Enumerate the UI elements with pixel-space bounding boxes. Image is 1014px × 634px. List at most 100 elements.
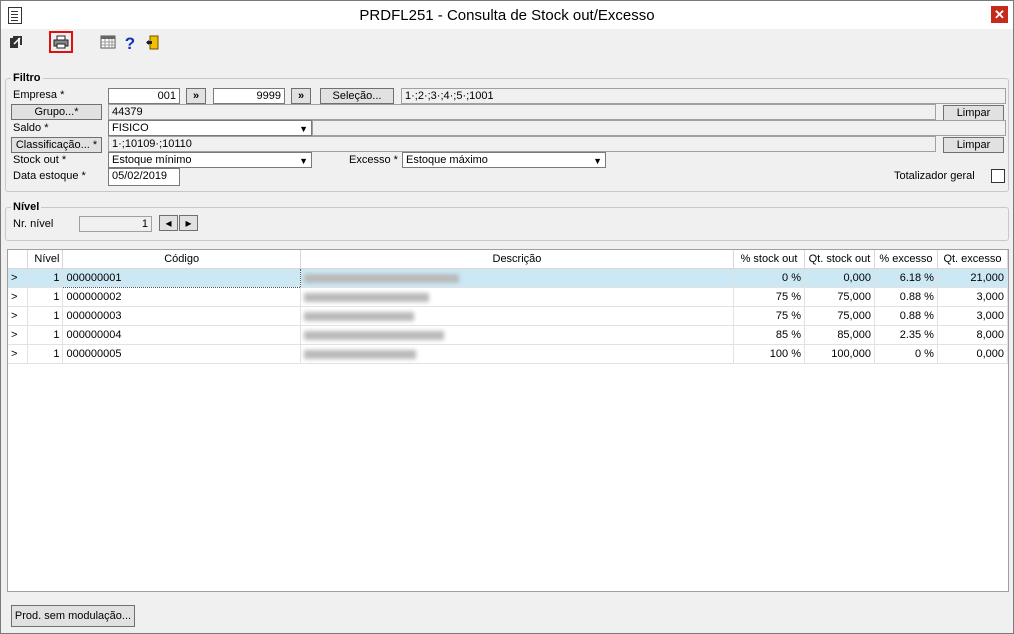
grupo-limpar-button[interactable]: Limpar: [943, 105, 1004, 121]
title-bar: PRDFL251 - Consulta de Stock out/Excesso…: [1, 1, 1013, 29]
grupo-button[interactable]: Grupo...*: [11, 104, 102, 120]
cell-descricao: [300, 306, 735, 326]
totalizador-checkbox[interactable]: [991, 169, 1005, 183]
cell-nivel: 1: [27, 306, 64, 326]
redacted-text: [303, 292, 429, 302]
results-grid[interactable]: Nível Código Descrição % stock out Qt. s…: [7, 249, 1009, 592]
cell-pct-stock-out: 75 %: [733, 306, 805, 326]
column-header-qt-excesso[interactable]: Qt. excesso: [937, 250, 1008, 269]
cell-nivel: 1: [27, 344, 64, 364]
table-row[interactable]: > 1 000000001 0 % 0,000 6.18 % 21,000: [8, 268, 1008, 288]
excesso-select[interactable]: Estoque máximo ▼: [402, 152, 606, 168]
cell-pct-stock-out: 85 %: [733, 325, 805, 345]
cell-qt-excesso: 3,000: [937, 287, 1008, 307]
nr-nivel-label: Nr. nível: [13, 218, 54, 230]
empresa-to-input[interactable]: 9999: [213, 88, 285, 104]
empresa-from-input[interactable]: 001: [108, 88, 180, 104]
excesso-select-value: Estoque máximo: [406, 154, 488, 166]
cell-qt-excesso: 21,000: [937, 268, 1008, 288]
column-header-descricao[interactable]: Descrição: [300, 250, 735, 269]
print-icon[interactable]: [52, 35, 70, 53]
cell-nivel: 1: [27, 268, 64, 288]
cell-qt-stock-out: 75,000: [804, 306, 875, 326]
cell-codigo: 000000001: [62, 268, 301, 288]
toolbar: ?: [1, 30, 1013, 58]
saldo-select[interactable]: FISICO ▼: [108, 120, 312, 136]
nivel-prev-button[interactable]: ◂: [159, 215, 178, 231]
stockout-label: Stock out *: [13, 154, 67, 166]
classificacao-limpar-button[interactable]: Limpar: [943, 137, 1004, 153]
door-exit-icon[interactable]: [144, 35, 162, 53]
stockout-select[interactable]: Estoque mínimo ▼: [108, 152, 312, 168]
cell-descricao: [300, 287, 735, 307]
saldo-select-value: FISICO: [112, 122, 149, 134]
column-header-pct-stock-out[interactable]: % stock out: [733, 250, 805, 269]
calendar-icon[interactable]: [99, 35, 117, 53]
data-estoque-label: Data estoque *: [13, 170, 86, 182]
exit-icon[interactable]: [7, 35, 25, 53]
row-marker: >: [8, 287, 29, 307]
selecao-button[interactable]: Seleção...: [320, 88, 394, 104]
cell-qt-stock-out: 100,000: [804, 344, 875, 364]
cell-codigo: 000000002: [62, 287, 301, 307]
empresa-label: Empresa *: [13, 89, 65, 101]
table-row[interactable]: > 1 000000004 85 % 85,000 2.35 % 8,000: [8, 325, 1008, 345]
chevron-down-icon: ▼: [299, 156, 308, 166]
stockout-select-value: Estoque mínimo: [112, 154, 192, 166]
cell-qt-stock-out: 75,000: [804, 287, 875, 307]
nivel-title: Nível: [11, 201, 42, 213]
totalizador-label: Totalizador geral: [894, 170, 975, 182]
window-title: PRDFL251 - Consulta de Stock out/Excesso: [359, 7, 655, 24]
nivel-group: [5, 207, 1009, 241]
cell-qt-excesso: 0,000: [937, 344, 1008, 364]
table-row[interactable]: > 1 000000005 100 % 100,000 0 % 0,000: [8, 344, 1008, 364]
column-header-codigo[interactable]: Código: [62, 250, 301, 269]
results-table: Nível Código Descrição % stock out Qt. s…: [8, 250, 1008, 364]
selecao-value: 1·;2·;3·;4·;5·;1001: [401, 88, 1006, 104]
column-header-nivel[interactable]: Nível: [27, 250, 64, 269]
table-row[interactable]: > 1 000000002 75 % 75,000 0.88 % 3,000: [8, 287, 1008, 307]
cell-pct-excesso: 0.88 %: [874, 306, 938, 326]
cell-nivel: 1: [27, 325, 64, 345]
cell-descricao: [300, 344, 735, 364]
cell-pct-stock-out: 100 %: [733, 344, 805, 364]
cell-codigo: 000000004: [62, 325, 301, 345]
main-window: PRDFL251 - Consulta de Stock out/Excesso…: [0, 0, 1014, 634]
filtro-title: Filtro: [11, 72, 43, 84]
help-icon[interactable]: ?: [121, 35, 139, 53]
cell-pct-excesso: 2.35 %: [874, 325, 938, 345]
cell-pct-excesso: 0 %: [874, 344, 938, 364]
table-row[interactable]: > 1 000000003 75 % 75,000 0.88 % 3,000: [8, 306, 1008, 326]
table-header-row: Nível Código Descrição % stock out Qt. s…: [8, 250, 1008, 269]
column-header-pct-excesso[interactable]: % excesso: [874, 250, 938, 269]
nr-nivel-input[interactable]: 1: [79, 216, 152, 232]
chevron-down-icon: ▼: [299, 124, 308, 134]
data-estoque-input[interactable]: 05/02/2019: [108, 168, 180, 186]
cell-descricao: [300, 268, 735, 288]
cell-pct-excesso: 6.18 %: [874, 268, 938, 288]
redacted-text: [303, 330, 444, 340]
excesso-label: Excesso *: [349, 154, 398, 166]
close-button[interactable]: ✕: [991, 6, 1008, 23]
chevron-down-icon: ▼: [593, 156, 602, 166]
cell-qt-stock-out: 85,000: [804, 325, 875, 345]
row-marker: >: [8, 344, 29, 364]
saldo-label: Saldo *: [13, 122, 49, 134]
cell-descricao: [300, 325, 735, 345]
column-header-qt-stock-out[interactable]: Qt. stock out: [804, 250, 875, 269]
cell-qt-excesso: 8,000: [937, 325, 1008, 345]
row-marker: >: [8, 306, 29, 326]
classificacao-value: 1·;10109·;10110: [108, 136, 936, 152]
cell-codigo: 000000003: [62, 306, 301, 326]
nivel-next-button[interactable]: ▸: [179, 215, 198, 231]
redacted-text: [303, 311, 414, 321]
row-marker: >: [8, 268, 29, 288]
prod-sem-modulacao-button[interactable]: Prod. sem modulação...: [11, 605, 135, 627]
saldo-extra-field: [312, 120, 1006, 136]
classificacao-button[interactable]: Classificação... *: [11, 137, 102, 153]
empresa-from-lookup-button[interactable]: »: [186, 88, 206, 104]
redacted-text: [303, 273, 459, 283]
empresa-to-lookup-button[interactable]: »: [291, 88, 311, 104]
row-marker: >: [8, 325, 29, 345]
cell-pct-excesso: 0.88 %: [874, 287, 938, 307]
